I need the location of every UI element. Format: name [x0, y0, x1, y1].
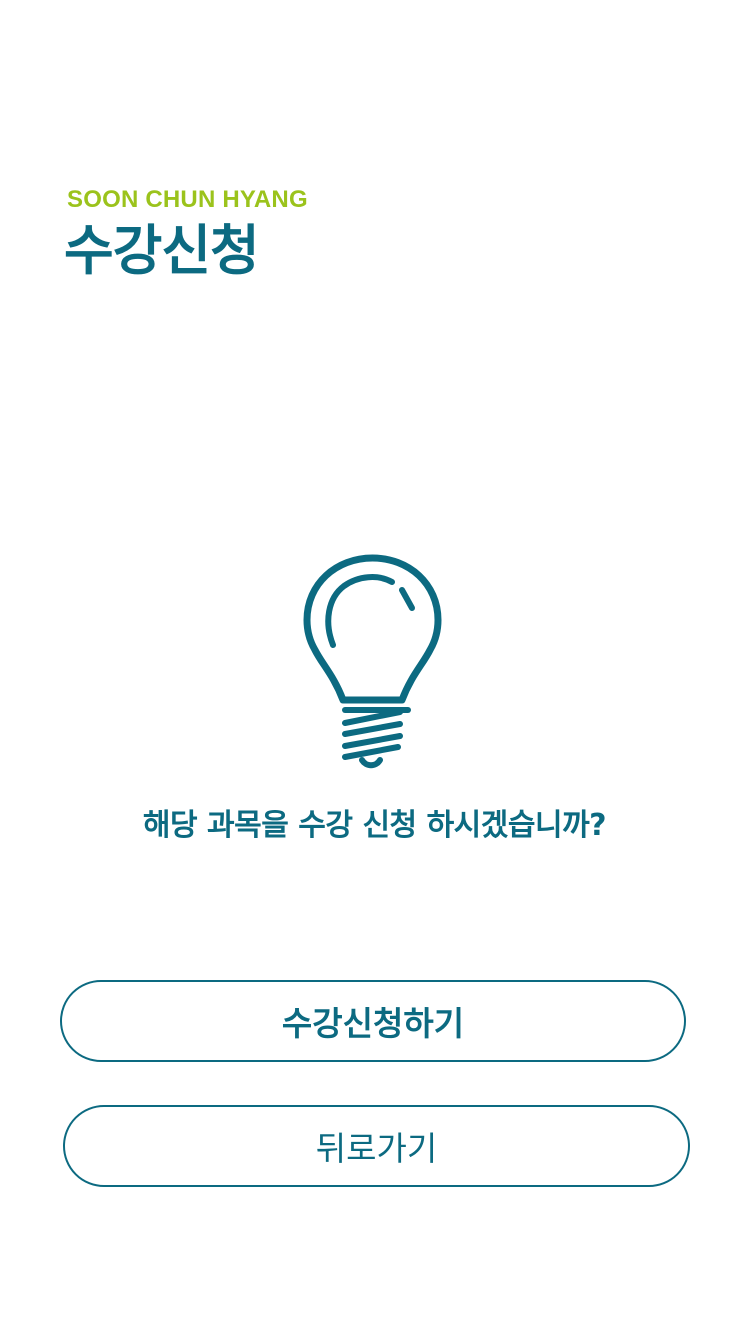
confirm-message: 해당 과목을 수강 신청 하시겠습니까? [142, 808, 607, 843]
page-title: 수강신청 [64, 219, 260, 282]
brand-label: SOON CHUN HYANG [67, 186, 308, 213]
back-label: 뒤로가기 [315, 1129, 438, 1168]
confirm-enroll-label: 수강신청하기 [281, 1004, 465, 1043]
confirm-enroll-button[interactable]: 수강신청하기 [60, 980, 686, 1062]
back-button[interactable]: 뒤로가기 [63, 1105, 690, 1187]
lightbulb-icon [300, 550, 445, 770]
